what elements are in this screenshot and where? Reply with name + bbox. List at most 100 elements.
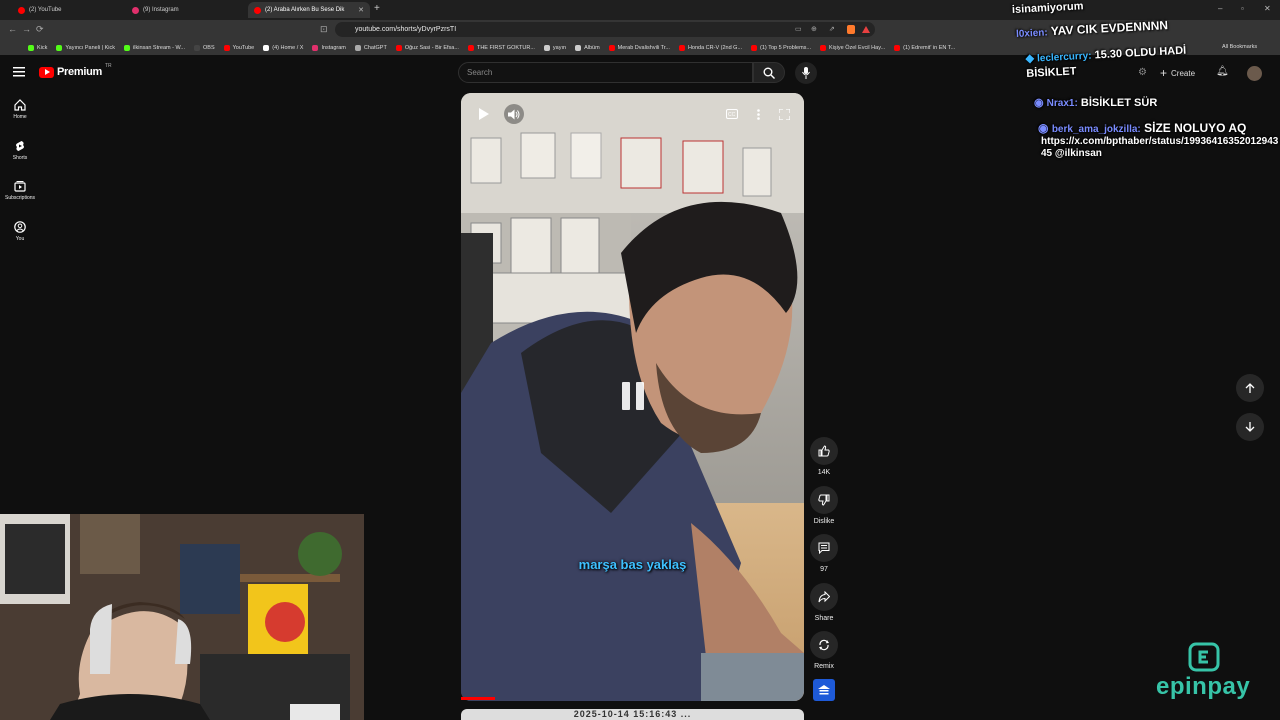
bookmark[interactable]: Honda CR-V (2nd G... — [678, 44, 742, 51]
arrow-up-icon — [1245, 382, 1255, 393]
chat-text: BİSİKLET SÜR — [1080, 97, 1158, 109]
bookmark[interactable]: Kick — [28, 44, 47, 51]
tab-instagram[interactable]: (9) Instagram — [126, 2, 244, 18]
captions-button[interactable]: CC — [722, 104, 742, 124]
badge-icon: ◉ — [1038, 121, 1049, 135]
tab-active-video[interactable]: (2) Araba Alırken Bu Sese Dik ✕ — [248, 2, 370, 18]
bookmark[interactable]: ilkinsan Stream - W... — [124, 44, 185, 51]
youtube-icon — [894, 44, 901, 51]
remix-button[interactable]: Remix — [807, 631, 841, 670]
like-icon — [810, 437, 838, 465]
back-icon[interactable]: ← — [8, 24, 17, 34]
bookmark-label: Albüm — [584, 44, 600, 51]
volume-button[interactable] — [504, 104, 524, 124]
bookmark[interactable]: YouTube — [223, 44, 254, 51]
brand-watermark: epinpay — [1156, 673, 1251, 700]
bookmark-label: Instagram — [321, 44, 346, 51]
logo-text: Premium — [57, 66, 102, 78]
sidebar-item-subscriptions[interactable]: Subscriptions — [0, 180, 40, 201]
more-options-icon[interactable] — [748, 104, 768, 124]
chat-username: berk_ama_jokzilla: — [1051, 124, 1141, 135]
tab-youtube[interactable]: (2) YouTube — [12, 2, 122, 18]
forward-icon[interactable]: → — [22, 24, 31, 34]
bookmark[interactable]: (4) Home / X — [263, 44, 303, 51]
folder-icon — [543, 44, 550, 51]
video-subtitle: marşa bas yaklaş — [578, 557, 687, 572]
kick-icon — [56, 44, 63, 51]
instagram-icon — [312, 44, 319, 51]
bookmark-folder[interactable]: Albüm — [575, 44, 600, 51]
reload-icon[interactable]: ⟳ — [36, 24, 44, 35]
remix-icon — [810, 631, 838, 659]
youtube-icon — [223, 44, 230, 51]
kick-icon — [28, 44, 34, 51]
subscriptions-icon — [14, 181, 26, 192]
bookmark-folder[interactable]: yayın — [543, 44, 567, 51]
menu-icon[interactable] — [13, 67, 25, 77]
youtube-play-logo-icon — [39, 66, 54, 78]
sidebar-label: Shorts — [12, 155, 28, 161]
share-label: Share — [814, 615, 834, 622]
bookmark[interactable]: Instagram — [312, 44, 346, 51]
play-button[interactable] — [473, 104, 493, 124]
fullscreen-icon[interactable] — [774, 104, 794, 124]
bookmark[interactable]: (1) Edremit' in EN T... — [894, 44, 955, 51]
chat-username: Nrax1: — [1046, 98, 1078, 109]
bookmark[interactable]: Yayıncı Paneli | Kick — [56, 44, 116, 51]
bookmark[interactable]: ChatGPT — [354, 44, 387, 51]
search-button[interactable] — [753, 62, 785, 83]
brave-shield-icon[interactable] — [847, 25, 855, 34]
bookmark[interactable]: Oğuz Sasi - Bir Efsa... — [395, 44, 459, 51]
url-field[interactable]: youtube.com/shorts/yDvyrPzrsTI — [335, 22, 875, 37]
voice-search-button[interactable] — [795, 62, 817, 84]
sidebar-item-shorts[interactable]: Shorts — [0, 140, 40, 161]
next-short-button[interactable] — [1236, 413, 1264, 441]
bookmark[interactable]: Merab Dvalishvili Tr... — [608, 44, 670, 51]
comments-button[interactable]: 97 — [807, 534, 841, 573]
shorts-icon — [16, 141, 24, 151]
previous-short-button[interactable] — [1236, 374, 1264, 402]
bookmark-label: THE FIRST GOKTUR... — [476, 44, 535, 51]
epinpay-logo-icon — [1188, 642, 1220, 672]
bookmark[interactable]: (1) Top 5 Problems... — [751, 44, 811, 51]
dislike-label: Dislike — [813, 518, 835, 525]
bookmark-tab-icon[interactable]: ⊡ — [320, 24, 328, 35]
video-progress-bar[interactable] — [461, 697, 496, 700]
captions-icon: CC — [726, 109, 738, 119]
new-tab-button[interactable]: + — [374, 3, 380, 14]
bookmark[interactable]: OBS — [194, 44, 215, 51]
chat-text: https://x.com/bpthaber/status/1993641635… — [1041, 136, 1279, 159]
youtube-favicon-icon — [254, 6, 261, 14]
youtube-logo[interactable]: Premium TR — [39, 63, 112, 78]
mic-icon — [802, 67, 810, 79]
channel-avatar[interactable] — [813, 679, 835, 701]
like-button[interactable]: 14K — [807, 437, 841, 476]
badge-icon: ◉ — [1034, 97, 1044, 109]
bookmark-label: ChatGPT — [363, 44, 387, 51]
rewards-icon[interactable] — [862, 26, 870, 33]
share-button[interactable]: Share — [807, 583, 841, 622]
cast-icon[interactable]: ▭ — [795, 25, 802, 33]
arrow-down-icon — [1245, 421, 1255, 432]
zoom-icon[interactable]: ⊕ — [811, 25, 817, 33]
tab-label: (9) Instagram — [143, 7, 179, 13]
webcam-image — [0, 514, 364, 720]
bookmark[interactable]: THE FIRST GOKTUR... — [467, 44, 535, 51]
pause-icon[interactable] — [616, 378, 650, 414]
bookmark-label: OBS — [203, 44, 215, 51]
search-input[interactable]: Search — [458, 62, 753, 83]
sidebar-item-home[interactable]: Home — [0, 99, 40, 120]
chat-message: ◉ Nrax1: BİSİKLET SÜR — [1034, 96, 1157, 109]
bookmark-label: yayın — [552, 44, 567, 51]
bookmark[interactable]: Kişiye Özel Evcil Hay... — [820, 44, 885, 51]
share-page-icon[interactable]: ⇗ — [829, 25, 835, 33]
next-video-preview[interactable]: 2025-10-14 15:16:43 ... — [461, 709, 804, 720]
search-placeholder: Search — [467, 68, 493, 77]
sidebar-item-you[interactable]: You — [0, 221, 40, 242]
bookmark-label: Yayıncı Paneli | Kick — [65, 44, 116, 51]
next-video-text: 2025-10-14 15:16:43 ... — [573, 709, 692, 719]
sidebar-label: Home — [13, 114, 27, 120]
close-tab-icon[interactable]: ✕ — [358, 6, 364, 14]
chat-message: ◆ leclercurry: 15.30 OLDU HADİ BİSİKLET — [1025, 42, 1226, 81]
dislike-button[interactable]: Dislike — [807, 486, 841, 525]
